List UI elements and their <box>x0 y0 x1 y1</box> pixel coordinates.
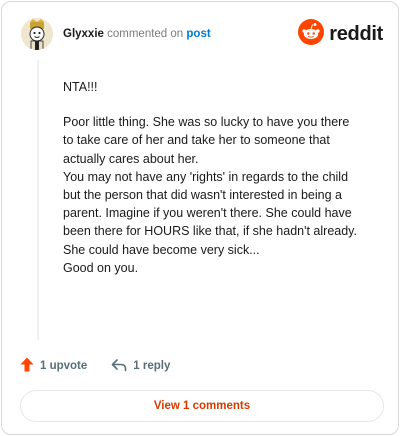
comment-card: Glyxxie commented on post reddit NTA!!! … <box>1 1 399 435</box>
comment-paragraph: Poor little thing. She was so lucky to h… <box>63 115 350 166</box>
comment-paragraph: You may not have any 'rights' in regards… <box>63 169 357 257</box>
thread-line <box>37 60 39 340</box>
reply-count: 1 reply <box>133 360 171 372</box>
view-comments-button[interactable]: View 1 comments <box>20 390 384 422</box>
comment-header: Glyxxie commented on post reddit <box>21 18 383 50</box>
avatar[interactable] <box>21 18 53 50</box>
comment-paragraph: NTA!!! <box>63 80 98 94</box>
comment-meta: Glyxxie commented on post <box>63 27 211 41</box>
commented-on-text: commented on <box>107 28 184 40</box>
post-link[interactable]: post <box>186 28 210 40</box>
reddit-brand[interactable]: reddit <box>298 18 383 50</box>
upvote-count: 1 upvote <box>40 360 88 372</box>
reddit-logo-icon <box>298 18 325 50</box>
username-link[interactable]: Glyxxie <box>63 28 104 40</box>
reply-button[interactable]: 1 reply <box>111 358 170 375</box>
comment-actions: 1 upvote 1 reply <box>20 356 170 376</box>
comment-paragraph: Good on you. <box>63 260 139 275</box>
reddit-wordmark: reddit <box>329 22 383 45</box>
upvote-arrow-icon <box>20 357 34 375</box>
upvote-button[interactable]: 1 upvote <box>20 357 87 375</box>
reply-arrow-icon <box>111 358 127 375</box>
comment-body: NTA!!! Poor little thing. She was so luc… <box>63 78 363 277</box>
